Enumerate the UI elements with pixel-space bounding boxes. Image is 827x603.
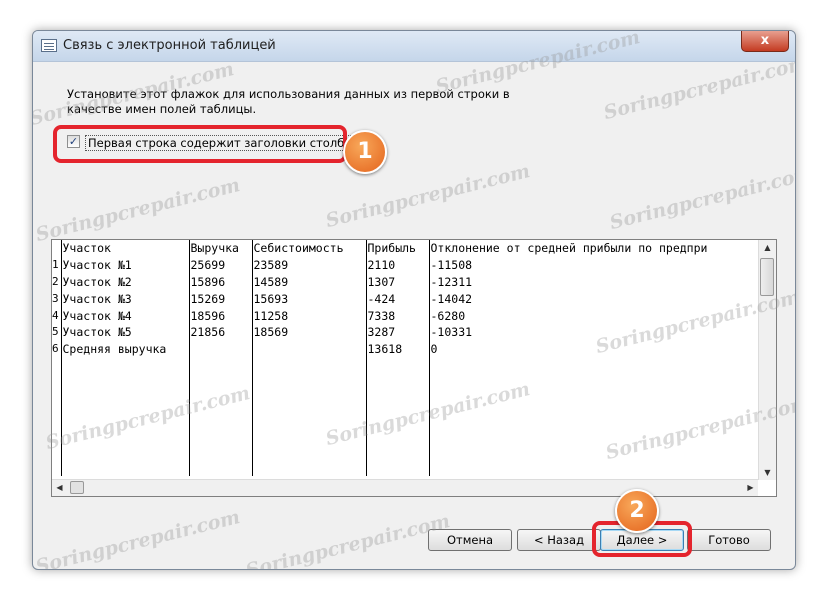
table-cell [189,442,253,460]
table-cell: 18569 [252,324,367,342]
table-cell [252,459,367,477]
finish-button[interactable]: Готово [687,529,771,551]
header-row: Участок Выручка Себистоимость Прибыль Отклон… [52,240,760,257]
table-cell: 15269 [189,290,253,308]
table-cell [252,341,367,359]
table-cell [252,375,367,393]
table-cell [61,375,190,393]
table-cell [252,358,367,376]
table-cell: Участок №1 [61,256,190,274]
table-link-icon [41,39,57,52]
watermark: Soringpcrepair.com [33,173,243,247]
table-cell [366,459,430,477]
dialog-window: Связь с электронной таблицей x Установит… [32,30,796,570]
watermark: Soringpcrepair.com [33,505,243,570]
highlight-frame-checkbox [53,125,347,163]
table-cell: 3287 [366,324,430,342]
table-cell: 14589 [252,273,367,291]
title-bar[interactable]: Связь с электронной таблицей x [33,31,795,62]
scroll-down-icon[interactable]: ▼ [760,465,775,480]
table-cell: 25699 [189,256,253,274]
column-header: Выручка [189,240,253,257]
table-cell: -12311 [429,273,760,291]
table-row: 2 Участок №2 15896 14589 1307 -12311 [52,273,760,291]
table-cell [189,341,253,359]
scroll-up-icon[interactable]: ▲ [760,240,775,255]
row-number [52,358,62,376]
step-badge-2: 2 [615,489,659,533]
table-cell: 21856 [189,324,253,342]
table-row [52,358,760,376]
table-cell [252,442,367,460]
table-cell [189,459,253,477]
row-number [52,408,62,426]
row-number [52,392,62,409]
table-cell [189,425,253,443]
back-button[interactable]: < Назад [517,529,601,551]
horizontal-scroll-thumb[interactable] [70,481,84,494]
data-preview-grid: Участок Выручка Себистоимость Прибыль Отклон… [51,239,777,497]
table-cell [366,358,430,376]
table-cell: -11508 [429,256,760,274]
table-cell: 0 [429,341,760,359]
table-row: 3 Участок №3 15269 15693 -424 -14042 [52,290,760,308]
table-cell: 18596 [189,307,253,325]
watermark: Soringpcrepair.com [601,51,796,125]
table-cell [61,358,190,376]
step-badge-1: 1 [343,130,387,174]
table-cell: Участок №5 [61,324,190,342]
table-cell: 13618 [366,341,430,359]
table-row [52,375,760,393]
table-cell: 2110 [366,256,430,274]
table-cell: 15693 [252,290,367,308]
table-cell: 1307 [366,273,430,291]
table-row: 1 Участок №1 25699 23589 2110 -11508 [52,256,760,274]
table-cell [366,375,430,393]
watermark: Soringpcrepair.com [607,161,796,235]
column-header: Себистоимость [252,240,367,257]
row-number: 4 [52,307,62,325]
row-number: 2 [52,273,62,291]
row-number: 5 [52,324,62,342]
vertical-scrollbar[interactable]: ▲ ▼ [758,240,776,480]
scroll-left-icon[interactable]: ◀ [52,480,67,495]
watermark: Soringpcrepair.com [243,509,453,570]
table-cell [429,442,760,460]
table-cell: Средняя выручка [61,341,190,359]
table-cell [189,358,253,376]
row-number [52,459,62,477]
row-number: 3 [52,290,62,308]
close-button[interactable]: x [741,31,789,52]
table-cell: Участок №2 [61,273,190,291]
vertical-scroll-thumb[interactable] [760,258,774,296]
horizontal-scrollbar[interactable]: ◀ ▶ [52,479,758,496]
table-cell [429,459,760,477]
table-cell [61,459,190,477]
table-cell: 7338 [366,307,430,325]
window-title: Связь с электронной таблицей [63,38,276,53]
table-cell [366,442,430,460]
row-number [52,240,62,257]
table-cell: 11258 [252,307,367,325]
column-header: Участок [61,240,190,257]
table-row [52,459,760,477]
table-cell: 23589 [252,256,367,274]
table-cell [429,358,760,376]
table-cell: Участок №3 [61,290,190,308]
table-cell [252,392,367,409]
column-header: Прибыль [366,240,430,257]
scroll-right-icon[interactable]: ▶ [743,480,758,495]
row-number: 1 [52,256,62,274]
column-header: Отклонение от средней прибыли по предпри [429,240,760,257]
table-cell: -14042 [429,290,760,308]
table-cell: Участок №4 [61,307,190,325]
table-cell: 15896 [189,273,253,291]
table-cell: -424 [366,290,430,308]
row-number [52,375,62,393]
row-number: 6 [52,341,62,359]
